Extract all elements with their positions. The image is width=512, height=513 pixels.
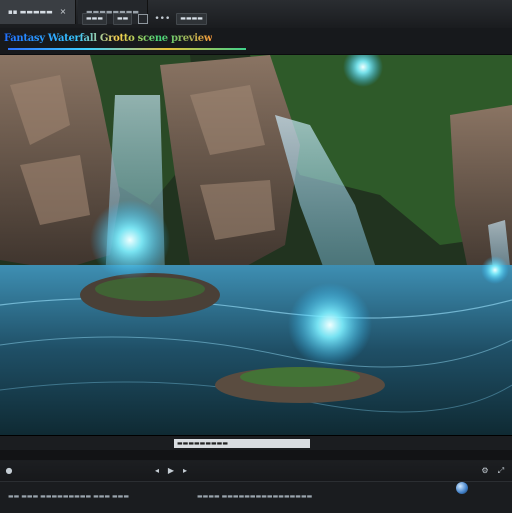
frame-icon[interactable] [138, 14, 149, 24]
scene-render [0, 55, 512, 435]
tool-button-2[interactable]: ▬▬ [113, 13, 133, 25]
tool-button-1[interactable]: ▬▬▬ [82, 13, 108, 25]
next-icon[interactable]: ▸ [180, 466, 190, 476]
glow-orb-left [90, 200, 170, 280]
timeline-track[interactable] [0, 450, 512, 460]
title-underline [8, 48, 246, 50]
status-text-left: ▬▬ ▬▬▬ ▬▬▬▬▬▬▬▬▬ ▬▬▬ ▬▬▬ [8, 493, 130, 500]
record-icon[interactable]: ● [4, 466, 14, 476]
timeline: ▬▬▬▬▬▬▬▬▬ [0, 435, 512, 461]
status-strip: ▬▬ ▬▬▬ ▬▬▬▬▬▬▬▬▬ ▬▬▬ ▬▬▬ ▬▬▬▬ ▬▬▬▬▬▬▬▬▬▬… [0, 481, 512, 513]
top-bar: ▪▪ ▬▬▬▬▬ × ▬▬▬▬▬▬▬▬ ▬▬▬ ▬▬ ••• ▬▬▬▬ [0, 0, 512, 29]
prev-icon[interactable]: ◂ [152, 466, 162, 476]
status-bar: ● ◂ ▶ ▸ ⚙ ⤢ ▬▬ ▬▬▬ ▬▬▬▬▬▬▬▬▬ ▬▬▬ ▬▬▬ ▬▬▬… [0, 461, 512, 513]
more-icon[interactable]: ••• [154, 14, 170, 24]
volume-knob[interactable] [456, 482, 468, 494]
glow-orb-center [288, 283, 372, 367]
status-text-mid: ▬▬▬▬ ▬▬▬▬▬▬▬▬▬▬▬▬▬▬▬▬ [197, 493, 313, 500]
settings-icon[interactable]: ⚙ [480, 466, 490, 476]
tab-active[interactable]: ▪▪ ▬▬▬▬▬ × [0, 0, 77, 24]
close-icon[interactable]: × [59, 8, 67, 16]
window-title-bar: Fantasy Waterfall Grotto scene preview [0, 28, 512, 54]
timeline-scrubber[interactable]: ▬▬▬▬▬▬▬▬▬ [174, 439, 310, 448]
toolbar: ▬▬▬ ▬▬ ••• ▬▬▬▬ [82, 12, 207, 26]
tab-label: ▪▪ ▬▬▬▬▬ [8, 8, 53, 16]
window-title: Fantasy Waterfall Grotto scene preview [4, 33, 213, 44]
play-icon[interactable]: ▶ [166, 466, 176, 476]
tool-button-3[interactable]: ▬▬▬▬ [176, 13, 207, 25]
scene-viewport[interactable] [0, 55, 512, 435]
fullscreen-icon[interactable]: ⤢ [496, 466, 506, 476]
